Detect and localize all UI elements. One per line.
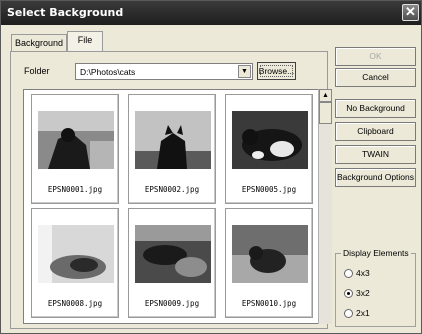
radio-button-icon <box>344 269 353 279</box>
scroll-thumb[interactable] <box>319 102 332 124</box>
thumbnail-caption: EPSN0009.jpg <box>144 299 200 308</box>
no-background-button[interactable]: No Background <box>335 99 416 118</box>
tab-background[interactable]: Background <box>11 34 67 52</box>
display-elements-title: Display Elements <box>341 248 411 258</box>
cat-photo <box>135 225 211 283</box>
ok-button[interactable]: OK <box>335 47 416 66</box>
thumbnail-caption: EPSN0002.jpg <box>144 185 200 194</box>
vertical-scrollbar[interactable]: ▲ <box>318 89 332 324</box>
scroll-up-icon[interactable]: ▲ <box>319 89 332 102</box>
clipboard-button[interactable]: Clipboard <box>335 122 416 141</box>
thumbnail-caption: EPSN0008.jpg <box>47 299 103 308</box>
chevron-down-icon[interactable]: ▼ <box>238 65 251 78</box>
radio-2x1[interactable]: 2x1 <box>344 308 370 320</box>
cat-photo <box>38 225 114 283</box>
folder-label: Folder <box>24 66 50 76</box>
thumbnail-item[interactable]: EPSN0005.jpg <box>225 94 313 204</box>
browse-button[interactable]: Browse... <box>257 62 296 80</box>
file-tab-panel: Folder D:\Photos\cats ▼ Browse... EPSN00… <box>10 51 332 329</box>
twain-button[interactable]: TWAIN <box>335 145 416 164</box>
cat-photo <box>232 225 308 283</box>
radio-button-checked-icon <box>344 289 353 299</box>
display-elements-group: Display Elements 4x3 3x2 2x1 <box>335 248 416 327</box>
thumbnail-grid[interactable]: EPSN0001.jpg EPSN0002.jpg EPSN0005.jpg E <box>23 89 319 324</box>
title-bar[interactable]: Select Background ✕ <box>1 1 421 25</box>
cat-photo <box>232 111 308 169</box>
close-icon: ✕ <box>405 4 416 19</box>
background-options-button[interactable]: Background Options <box>335 168 416 187</box>
tab-file-label: File <box>77 35 93 45</box>
folder-value: D:\Photos\cats <box>80 67 136 77</box>
thumbnail-item[interactable]: EPSN0002.jpg <box>128 94 216 204</box>
radio-label: 2x1 <box>356 308 370 318</box>
close-button[interactable]: ✕ <box>402 4 419 21</box>
radio-label: 4x3 <box>356 268 370 278</box>
thumbnail-item[interactable]: EPSN0010.jpg <box>225 208 313 318</box>
radio-label: 3x2 <box>356 288 370 298</box>
thumbnail-caption: EPSN0001.jpg <box>47 185 103 194</box>
thumbnail-caption: EPSN0010.jpg <box>241 299 297 308</box>
tab-file[interactable]: File <box>67 31 103 52</box>
radio-3x2[interactable]: 3x2 <box>344 288 370 300</box>
tab-background-label: Background <box>14 38 64 48</box>
radio-4x3[interactable]: 4x3 <box>344 268 370 280</box>
select-background-dialog: Select Background ✕ Background File Fold… <box>0 0 422 334</box>
thumbnail-item[interactable]: EPSN0001.jpg <box>31 94 119 204</box>
radio-button-icon <box>344 309 353 319</box>
cancel-button[interactable]: Cancel <box>335 68 416 87</box>
thumbnail-item[interactable]: EPSN0008.jpg <box>31 208 119 318</box>
cat-photo <box>135 111 211 169</box>
thumbnail-caption: EPSN0005.jpg <box>241 185 297 194</box>
folder-select[interactable]: D:\Photos\cats ▼ <box>75 63 253 80</box>
thumbnail-item[interactable]: EPSN0009.jpg <box>128 208 216 318</box>
cat-photo <box>38 111 114 169</box>
window-title: Select Background <box>7 6 124 19</box>
